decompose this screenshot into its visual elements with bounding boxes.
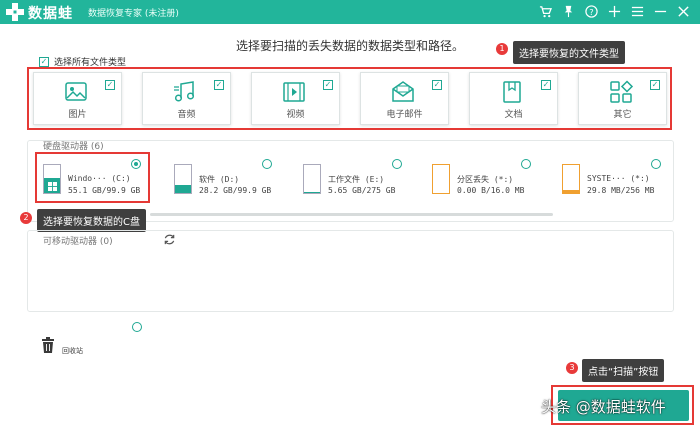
drive-bar [174,164,192,194]
menu-icon[interactable] [629,2,646,21]
callout-drive: 选择要恢复数据的C盘 [37,209,146,232]
music-icon [174,81,195,102]
drive-bar [303,164,321,194]
drive-c-highlight [35,152,150,203]
drive-bar [562,164,580,194]
image-icon [65,82,87,101]
file-type-email-checkbox[interactable]: ✓ [432,80,442,90]
file-types-highlight [27,67,672,130]
plus-icon[interactable] [606,2,623,21]
drives-scrollbar[interactable] [150,213,553,216]
drive-size: 5.65 GB/275 GB [328,186,396,195]
file-type-other-checkbox[interactable]: ✓ [650,80,660,90]
watermark: 头条 @数据蛙软件 [541,398,666,416]
title-bar: 数据蛙 数据恢复专家 (未注册) ? [0,0,700,24]
app-subtitle: 数据恢复专家 (未注册) [88,9,179,19]
cart-icon[interactable] [537,2,554,21]
file-type-other[interactable]: ✓ 其它 [578,72,667,125]
removable-drives-title: 可移动驱动器 (0) [43,237,113,247]
removable-drives-panel [27,230,674,312]
recycle-bin-label: 回收站 [62,347,83,355]
video-icon [283,82,305,102]
select-all-checkbox[interactable]: ✓ [39,56,49,67]
minimize-icon[interactable] [652,2,669,21]
drive-usage-fill [175,185,191,193]
file-type-video-checkbox[interactable]: ✓ [323,80,333,90]
other-icon [610,80,634,103]
drive-usage-fill [304,192,320,193]
file-type-audio[interactable]: ✓ 音频 [142,72,231,125]
help-icon[interactable]: ? [583,2,600,21]
app-name: 数据蛙 [28,6,73,22]
file-type-label: 电子邮件 [386,110,423,120]
trash-icon[interactable] [41,337,55,353]
file-type-email[interactable]: ✓ 电子邮件 [360,72,449,125]
drive-radio-lost-partition[interactable] [521,159,531,169]
file-type-label: 音频 [177,110,196,120]
file-type-image-checkbox[interactable]: ✓ [105,80,115,90]
document-icon [503,81,521,103]
drive-radio-e[interactable] [392,159,402,169]
drive-bar [432,164,450,194]
drive-name: SYSTE··· (*:) [587,174,650,183]
file-type-label: 文档 [504,110,523,120]
hard-drives-title: 硬盘驱动器 (6) [43,142,104,152]
callout-scan: 点击“扫描”按钮 [582,359,665,382]
drive-name: 软件 (D:) [199,175,240,184]
pin-icon[interactable] [560,2,577,21]
recycle-bin-radio[interactable] [132,322,142,332]
file-type-label: 视频 [286,110,305,120]
callout-file-types: 选择要恢复的文件类型 [513,41,625,64]
file-type-image[interactable]: ✓ 图片 [33,72,122,125]
drive-size: 0.00 B/16.0 MB [457,186,525,195]
file-type-video[interactable]: ✓ 视频 [251,72,340,125]
file-type-label: 图片 [68,110,87,120]
app-logo-icon [6,3,24,21]
drive-radio-system[interactable] [651,159,661,169]
drive-name: 分区丢失 (*:) [457,175,514,184]
svg-text:?: ? [589,7,593,17]
drive-radio-d[interactable] [262,159,272,169]
file-type-label: 其它 [613,110,632,120]
drive-size: 29.8 MB/256 MB [587,186,655,195]
file-type-document[interactable]: ✓ 文档 [469,72,558,125]
close-icon[interactable] [675,2,692,21]
file-type-document-checkbox[interactable]: ✓ [541,80,551,90]
drive-name: 工作文件 (E:) [328,175,385,184]
callout-badge-1: 1 [496,43,508,55]
callout-badge-2: 2 [20,212,32,224]
drive-usage-fill [563,189,579,193]
file-type-audio-checkbox[interactable]: ✓ [214,80,224,90]
email-icon [392,81,414,102]
drive-size: 28.2 GB/99.9 GB [199,186,272,195]
callout-badge-3: 3 [566,362,578,374]
refresh-icon[interactable] [163,233,176,246]
